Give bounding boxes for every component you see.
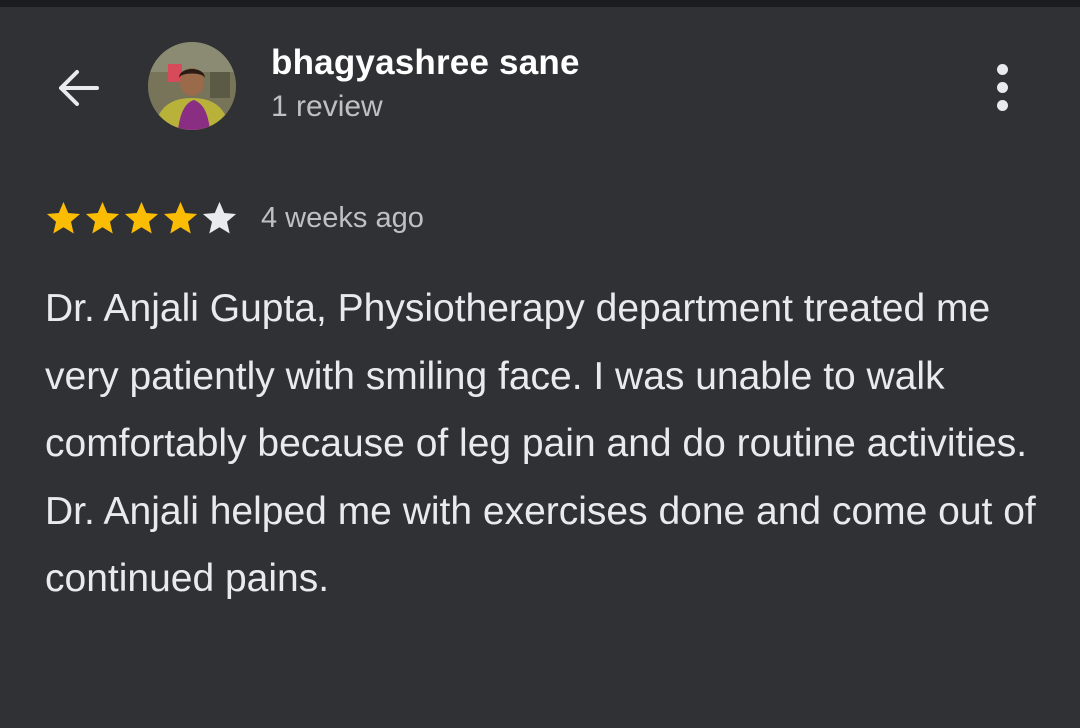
- star-filled-icon: [163, 201, 198, 233]
- arrow-left-icon: [59, 70, 99, 106]
- star-filled-icon: [85, 201, 120, 233]
- star-empty-icon: [202, 201, 237, 233]
- star-rating: [44, 199, 239, 238]
- rating-row: 4 weeks ago: [44, 196, 424, 240]
- star-filled-icon: [124, 201, 159, 233]
- review-time: 4 weeks ago: [261, 201, 424, 234]
- star-filled-icon: [46, 201, 81, 233]
- top-edge-divider: [0, 0, 1080, 7]
- back-button[interactable]: [48, 58, 108, 118]
- more-vert-icon: [996, 63, 1008, 75]
- review-text: Dr. Anjali Gupta, Physiotherapy departme…: [45, 287, 1036, 600]
- more-vert-icon-dot: [996, 99, 1008, 111]
- profile-photo: [148, 42, 236, 130]
- reviewer-name[interactable]: bhagyashree sane: [271, 43, 580, 83]
- avatar[interactable]: [148, 42, 236, 130]
- review-count: 1 review: [271, 90, 383, 123]
- more-options-button[interactable]: [980, 58, 1024, 116]
- more-vert-icon-dot: [996, 81, 1008, 93]
